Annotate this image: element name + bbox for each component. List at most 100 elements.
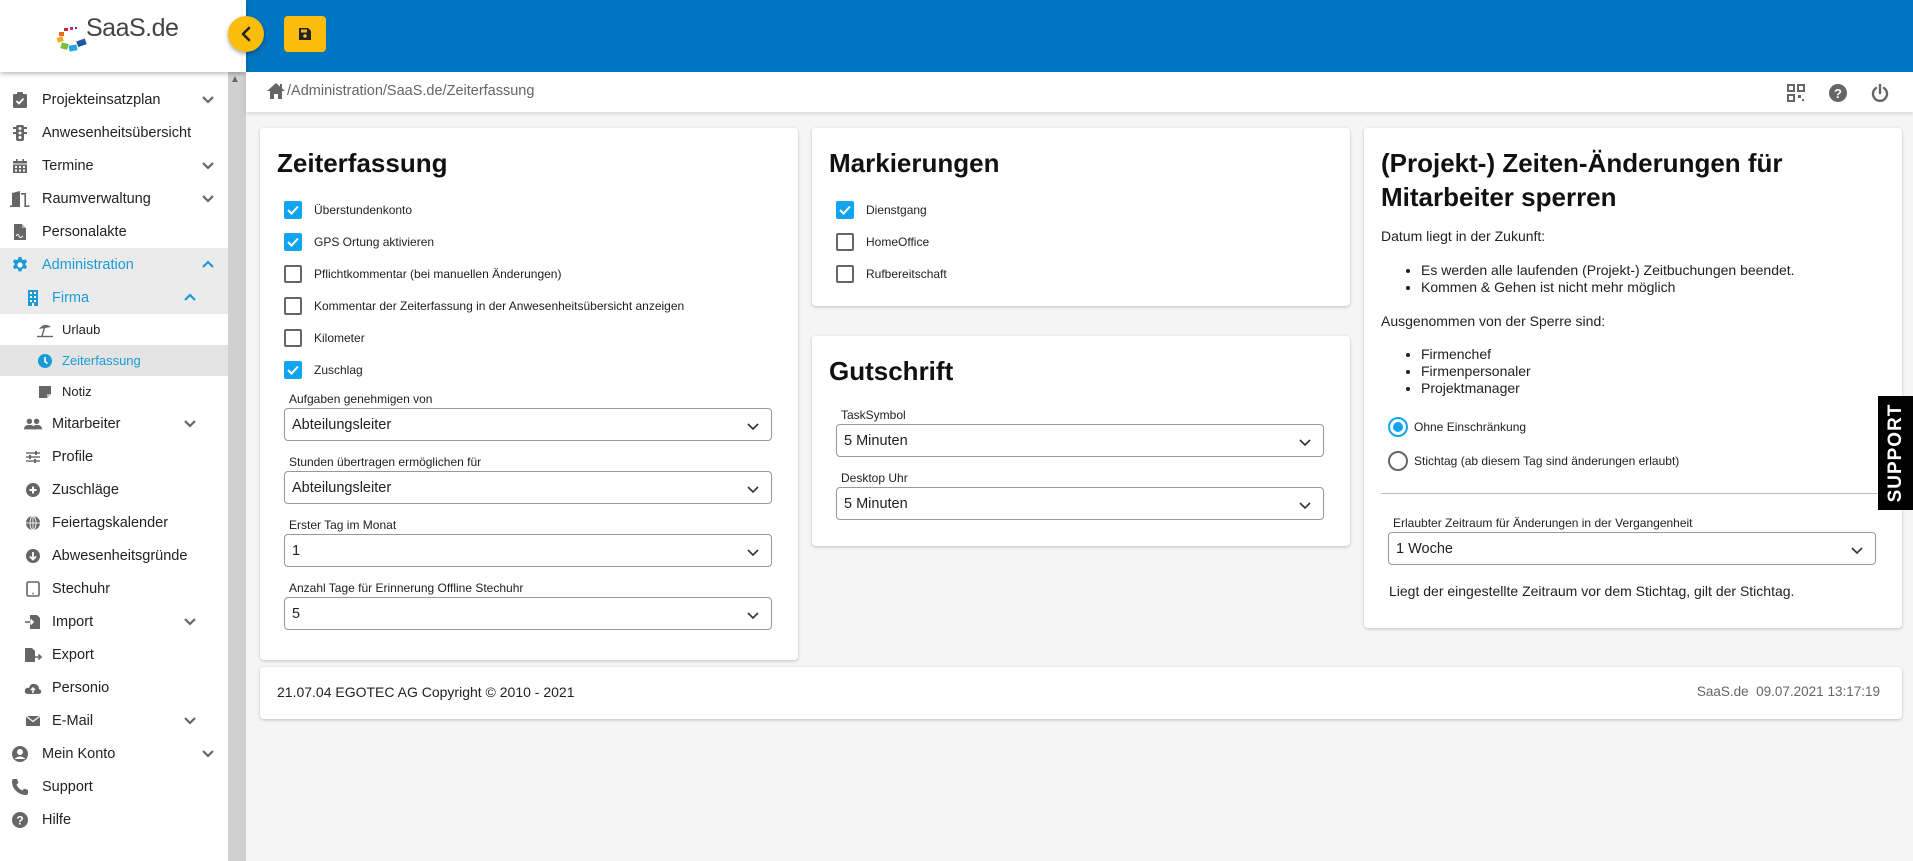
checkbox-unchecked[interactable] [836, 233, 854, 251]
select-dropdown[interactable]: 5 Minuten [836, 424, 1324, 457]
lock-mode-radio-group: Ohne Einschränkung Stichtag (ab diesem Ta… [1388, 410, 1679, 478]
zeiterfassung-title: Zeiterfassung [277, 148, 448, 178]
exempt-list: FirmenchefFirmenpersonalerProjektmanager [1421, 346, 1531, 397]
sidebar-item-feiertagskalender[interactable]: Feiertagskalender [0, 506, 228, 539]
sidebar-item-personalakte[interactable]: Personalakte [0, 215, 228, 248]
radio-option[interactable]: Stichtag (ab diesem Tag sind änderungen … [1388, 444, 1679, 478]
checkbox-row[interactable]: Kilometer [284, 322, 784, 354]
support-tab[interactable]: SUPPORT [1878, 396, 1913, 510]
sidebar-item-label: Administration [42, 256, 134, 273]
save-button[interactable] [284, 16, 326, 52]
saas-logo[interactable]: SaaS.de [56, 14, 186, 58]
sidebar-item-urlaub[interactable]: Urlaub [0, 314, 228, 345]
sperren-title: (Projekt-) Zeiten-Änderungen für Mitarbe… [1381, 146, 1783, 214]
checkbox-unchecked[interactable] [836, 265, 854, 283]
sidebar-item-profile[interactable]: Profile [0, 440, 228, 473]
checkbox-label: Pflichtkommentar (bei manuellen Änderung… [314, 267, 562, 281]
checkbox-row[interactable]: Überstundenkonto [284, 194, 784, 226]
select-value: 5 Minuten [844, 432, 908, 449]
future-list: Es werden alle laufenden (Projekt-) Zeit… [1421, 262, 1795, 296]
select-label: Erster Tag im Monat [289, 518, 397, 532]
sidebar-item-label: Stechuhr [52, 580, 111, 597]
help-button[interactable]: ? [1827, 82, 1849, 104]
phone-icon [10, 777, 30, 797]
sidebar-item-label: Notiz [62, 384, 92, 399]
clipboard-check-icon [10, 90, 30, 110]
radio-selected[interactable] [1388, 417, 1408, 437]
chevron-up-icon [202, 260, 214, 268]
sperren-card: (Projekt-) Zeiten-Änderungen für Mitarbe… [1364, 128, 1902, 628]
sidebar-item-termine[interactable]: Termine [0, 149, 228, 182]
radio-option[interactable]: Ohne Einschränkung [1388, 410, 1679, 444]
sidebar-item-label: Personalakte [42, 223, 127, 240]
sidebar-item-abwesenheitsgründe[interactable]: Abwesenheitsgründe [0, 539, 228, 572]
checkbox-row[interactable]: Kommentar der Zeiterfassung in der Anwes… [284, 290, 784, 322]
checkbox-checked[interactable] [284, 361, 302, 379]
breadcrumb-path[interactable]: /Administration/SaaS.de/Zeiterfassung [287, 83, 534, 99]
home-icon[interactable] [266, 82, 286, 100]
future-heading: Datum liegt in der Zukunft: [1381, 228, 1546, 244]
sidebar-item-mitarbeiter[interactable]: Mitarbeiter [0, 407, 228, 440]
sidebar-item-notiz[interactable]: Notiz [0, 376, 228, 407]
radio-label: Ohne Einschränkung [1414, 420, 1527, 434]
chevron-down-icon [184, 420, 196, 428]
checkbox-row[interactable]: Rufbereitschaft [836, 258, 1336, 290]
sidebar-scroll-up-icon[interactable]: ▲ [230, 74, 240, 85]
qr-code-button[interactable] [1785, 82, 1807, 104]
select-dropdown[interactable]: 5 Minuten [836, 487, 1324, 520]
sperren-title-line2: Mitarbeiter sperren [1381, 182, 1617, 212]
building-icon [24, 288, 42, 308]
note-icon [36, 382, 54, 402]
checkbox-checked[interactable] [284, 201, 302, 219]
sidebar-item-support[interactable]: Support [0, 770, 228, 803]
checkbox-unchecked[interactable] [284, 329, 302, 347]
breadcrumb: /Administration/SaaS.de/Zeiterfassung [266, 82, 534, 100]
sidebar-item-e-mail[interactable]: E-Mail [0, 704, 228, 737]
sidebar-item-zeiterfassung[interactable]: Zeiterfassung [0, 345, 228, 376]
collapse-sidebar-button[interactable] [228, 16, 264, 52]
sidebar-item-personio[interactable]: Personio [0, 671, 228, 704]
sidebar-item-import[interactable]: Import [0, 605, 228, 638]
markierungen-title: Markierungen [829, 148, 1000, 178]
chevron-left-icon [241, 26, 251, 42]
sidebar-item-stechuhr[interactable]: Stechuhr [0, 572, 228, 605]
sliders-icon [24, 447, 42, 467]
checkbox-unchecked[interactable] [284, 297, 302, 315]
select-label: Aufgaben genehmigen von [289, 392, 433, 406]
checkbox-row[interactable]: Pflichtkommentar (bei manuellen Änderung… [284, 258, 784, 290]
floppy-disk-icon [299, 28, 311, 40]
radio-unselected[interactable] [1388, 451, 1408, 471]
select-dropdown[interactable]: Abteilungsleiter [284, 471, 772, 504]
list-item: Kommen & Gehen ist nicht mehr möglich [1421, 279, 1795, 296]
logout-button[interactable] [1869, 82, 1891, 104]
sidebar-item-mein-konto[interactable]: Mein Konto [0, 737, 228, 770]
select-dropdown[interactable]: Abteilungsleiter [284, 408, 772, 441]
sidebar-item-hilfe[interactable]: ? Hilfe [0, 803, 228, 836]
sidebar-item-anwesenheitsübersicht[interactable]: Anwesenheitsübersicht [0, 116, 228, 149]
sidebar-item-projekteinsatzplan[interactable]: Projekteinsatzplan [0, 83, 228, 116]
sidebar-item-export[interactable]: Export [0, 638, 228, 671]
checkbox-row[interactable]: Dienstgang [836, 194, 1336, 226]
sidebar-item-firma[interactable]: Firma [0, 281, 228, 314]
sidebar-item-raumverwaltung[interactable]: Raumverwaltung [0, 182, 228, 215]
checkbox-unchecked[interactable] [284, 265, 302, 283]
checkbox-row[interactable]: GPS Ortung aktivieren [284, 226, 784, 258]
sidebar-item-administration[interactable]: Administration [0, 248, 228, 281]
chevron-down-icon [747, 549, 759, 557]
sidebar-item-zuschläge[interactable]: Zuschläge [0, 473, 228, 506]
sidebar-item-label: Support [42, 778, 93, 795]
checkbox-label: Zuschlag [314, 363, 363, 377]
arrow-down-circle-icon [24, 546, 42, 566]
select-dropdown[interactable]: 5 [284, 597, 772, 630]
select-value: Abteilungsleiter [292, 479, 392, 496]
chevron-up-icon [184, 293, 196, 301]
checkbox-row[interactable]: Zuschlag [284, 354, 784, 386]
zeiterfassung-checkbox-list: Überstundenkonto GPS Ortung aktivieren Pfl… [284, 194, 784, 386]
checkbox-row[interactable]: HomeOffice [836, 226, 1336, 258]
select-dropdown[interactable]: 1 [284, 534, 772, 567]
checkbox-checked[interactable] [284, 233, 302, 251]
sidebar-item-label: Personio [52, 679, 110, 696]
checkbox-checked[interactable] [836, 201, 854, 219]
period-select[interactable]: 1 Woche [1388, 532, 1876, 565]
list-item: Es werden alle laufenden (Projekt-) Zeit… [1421, 262, 1795, 279]
